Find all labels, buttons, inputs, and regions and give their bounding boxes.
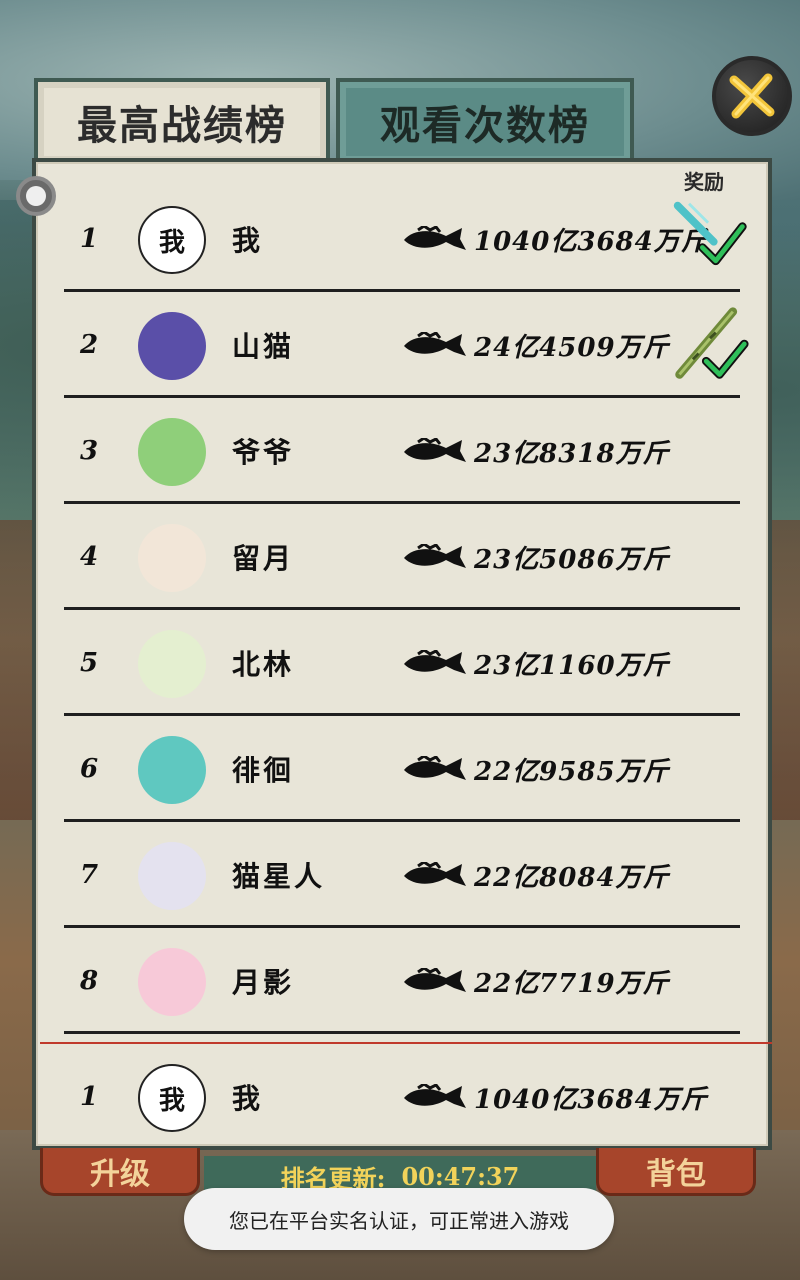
rank-number: 5 <box>80 648 99 678</box>
fish-icon <box>404 756 466 780</box>
player-name: 月影 <box>232 966 295 999</box>
score-value: 22亿7719万斤 <box>474 968 670 999</box>
leaderboard-row[interactable]: 6 徘徊 22亿9585万斤 <box>64 716 740 822</box>
score-value: 22亿9585万斤 <box>474 756 670 787</box>
rank-number: 8 <box>80 966 99 996</box>
verification-toast: 您已在平台实名认证，可正常进入游戏 <box>184 1188 614 1250</box>
player-name: 我 <box>232 224 264 257</box>
leaderboard-row[interactable]: 5 北林 23亿1160万斤 <box>64 610 740 716</box>
leaderboard-row[interactable]: 3 爷爷 23亿8318万斤 <box>64 398 740 504</box>
rank-number: 3 <box>80 436 99 466</box>
player-name: 徘徊 <box>232 754 295 787</box>
fish-icon <box>404 650 466 674</box>
rank-number: 7 <box>80 860 99 890</box>
avatar[interactable] <box>138 948 206 1016</box>
close-button[interactable] <box>712 56 792 136</box>
rank-number: 6 <box>80 754 99 784</box>
score-value: 23亿5086万斤 <box>474 544 670 575</box>
leaderboard-row[interactable]: 1 我我 1040亿3684万斤 <box>64 186 747 292</box>
fish-icon <box>404 862 466 886</box>
jade-sword-icon[interactable] <box>670 196 750 280</box>
fish-icon <box>404 544 466 568</box>
close-icon <box>729 73 775 119</box>
avatar[interactable]: 我 <box>138 206 206 274</box>
avatar: 我 <box>138 1064 206 1132</box>
rank-number: 1 <box>80 1082 99 1112</box>
fish-icon <box>404 968 466 992</box>
tab-view-count[interactable]: 观看次数榜 <box>336 78 634 162</box>
avatar[interactable] <box>138 630 206 698</box>
score-value: 23亿8318万斤 <box>474 438 670 469</box>
player-name: 北林 <box>232 648 295 681</box>
leaderboard-row[interactable]: 4 留月 23亿5086万斤 <box>64 504 740 610</box>
score-value: 22亿8084万斤 <box>474 862 670 893</box>
score-value: 23亿1160万斤 <box>474 650 670 681</box>
fish-icon <box>404 1084 466 1108</box>
fish-icon <box>404 332 466 356</box>
rank-number: 1 <box>80 224 99 254</box>
leaderboard-row[interactable]: 8 月影 22亿7719万斤 <box>64 928 740 1034</box>
player-name: 猫星人 <box>232 860 326 893</box>
avatar[interactable] <box>138 524 206 592</box>
score-value: 1040亿3684万斤 <box>474 1084 708 1115</box>
avatar[interactable] <box>138 842 206 910</box>
avatar[interactable] <box>138 418 206 486</box>
avatar[interactable] <box>138 312 206 380</box>
refresh-time: 00:47:37 <box>401 1161 520 1191</box>
self-rank-row[interactable]: 1 我 我 1040亿3684万斤 <box>64 1044 740 1150</box>
rank-number: 2 <box>80 330 99 360</box>
score-value: 24亿4509万斤 <box>474 332 670 363</box>
leaderboard-row[interactable]: 7 猫星人 22亿8084万斤 <box>64 822 740 928</box>
player-name: 我 <box>232 1082 264 1115</box>
bamboo-rod-icon[interactable] <box>670 302 750 386</box>
upgrade-button[interactable]: 升级 <box>40 1148 200 1196</box>
rank-number: 4 <box>80 542 99 572</box>
avatar[interactable] <box>138 736 206 804</box>
fish-icon <box>404 438 466 462</box>
fish-icon <box>404 226 466 250</box>
player-name: 山猫 <box>232 330 295 363</box>
side-toggle-handle[interactable] <box>16 176 56 216</box>
tab-best-record[interactable]: 最高战绩榜 <box>34 78 330 162</box>
leaderboard-panel: 奖励 1 我我 1040亿3684万斤 2 山猫 24亿4509万斤 3 爷爷 23亿8318万… <box>16 158 772 1150</box>
player-name: 爷爷 <box>232 436 295 469</box>
backpack-button[interactable]: 背包 <box>596 1148 756 1196</box>
player-name: 留月 <box>232 542 295 575</box>
leaderboard-row[interactable]: 2 山猫 24亿4509万斤 <box>64 292 749 398</box>
